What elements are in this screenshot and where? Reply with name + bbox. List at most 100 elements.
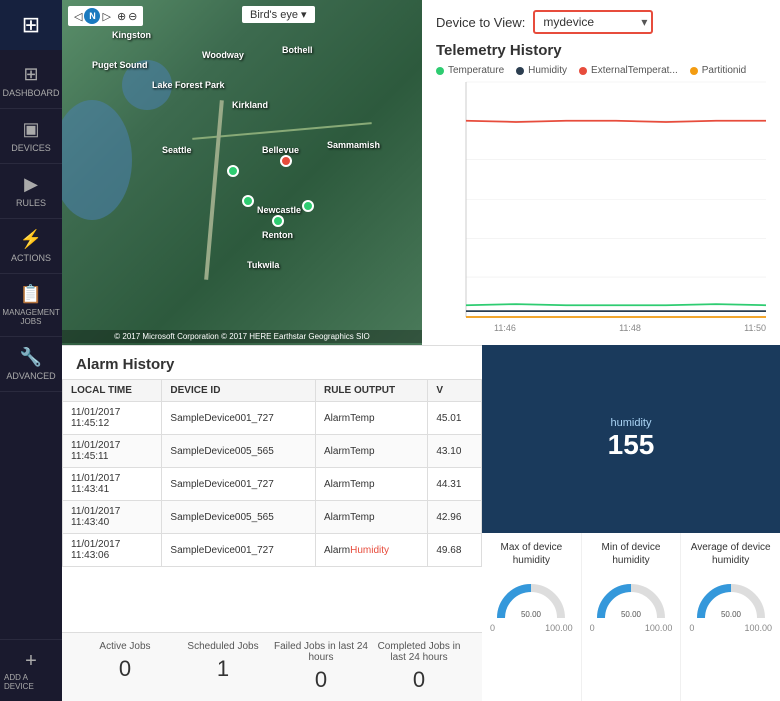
map-back-icon[interactable]: ◁ <box>74 10 82 23</box>
map-label-bellevue: Bellevue <box>262 145 299 155</box>
sidebar-item-actions[interactable]: ⚡ ACTIONS <box>0 219 62 274</box>
legend-label-external: ExternalTemperat... <box>591 65 678 76</box>
sidebar-item-label: MANAGEMENT JOBS <box>2 308 59 326</box>
map-pin-red[interactable] <box>280 155 292 167</box>
cell-device: SampleDevice005_565 <box>162 435 316 468</box>
map-label-woodway: Woodway <box>202 50 244 60</box>
sidebar-item-management[interactable]: 📋 MANAGEMENT JOBS <box>0 274 62 337</box>
map-forward-icon[interactable]: ▷ <box>102 10 110 23</box>
sidebar-item-advanced[interactable]: 🔧 ADVANCED <box>0 337 62 392</box>
telemetry-title: Telemetry History <box>436 42 766 59</box>
job-active: Active Jobs 0 <box>76 641 174 693</box>
map-label-sammamish: Sammamish <box>327 140 380 150</box>
jobs-bar: Active Jobs 0 Scheduled Jobs 1 Failed Jo… <box>62 632 482 701</box>
cell-rule: AlarmTemp <box>315 402 427 435</box>
job-scheduled: Scheduled Jobs 1 <box>174 641 272 693</box>
right-panels: humidity 155 Max of device humidity 50.0… <box>482 345 780 701</box>
main-content: ◁ N ▷ ⊕ ⊖ Bird's eye ▾ Kingston Woodway … <box>62 0 780 701</box>
cell-rule: AlarmTemp <box>315 501 427 534</box>
gauge-card-max: Max of device humidity 50.00 0 100.00 <box>482 533 581 701</box>
map-label-seattle: Seattle <box>162 145 192 155</box>
devices-icon: ▣ <box>22 119 39 140</box>
gauge-title-max: Max of device humidity <box>490 541 573 567</box>
sidebar-item-label: RULES <box>16 198 46 208</box>
legend-dot-temp <box>436 67 444 75</box>
cell-time: 11/01/201711:43:41 <box>63 468 162 501</box>
map-pin-green-4[interactable] <box>227 165 239 177</box>
col-device: DEVICE ID <box>162 380 316 402</box>
map-bg: ◁ N ▷ ⊕ ⊖ Bird's eye ▾ Kingston Woodway … <box>62 0 422 345</box>
cell-time: 11/01/201711:43:06 <box>63 534 162 567</box>
map-pin-green-2[interactable] <box>272 215 284 227</box>
device-to-view-label: Device to View: <box>436 15 525 30</box>
cell-value: 43.10 <box>428 435 482 468</box>
table-row: 11/01/201711:43:41 SampleDevice001_727 A… <box>63 468 482 501</box>
legend-dot-external <box>579 67 587 75</box>
sidebar-bottom: + ADD A DEVICE <box>0 639 62 701</box>
legend-humidity: Humidity <box>516 65 567 76</box>
alarm-table-wrapper[interactable]: LOCAL TIME DEVICE ID RULE OUTPUT V 11/01… <box>62 379 482 632</box>
table-row: 11/01/201711:43:06 SampleDevice001_727 A… <box>63 534 482 567</box>
gauge-svg-min: 50.00 <box>591 573 671 623</box>
gauge-min-label-2: 0 <box>590 623 595 633</box>
sidebar-item-devices[interactable]: ▣ DEVICES <box>0 109 62 164</box>
table-row: 11/01/201711:45:12 SampleDevice001_727 A… <box>63 402 482 435</box>
gauge-title-avg: Average of device humidity <box>689 541 772 567</box>
device-to-view: Device to View: mydevice <box>436 10 766 34</box>
gauge-svg-avg: 50.00 <box>691 573 771 623</box>
rules-icon: ▶ <box>24 174 38 195</box>
job-scheduled-value: 1 <box>174 656 272 682</box>
add-device-button[interactable]: + ADD A DEVICE <box>0 639 62 701</box>
cell-rule: AlarmTemp <box>315 435 427 468</box>
alarm-table: LOCAL TIME DEVICE ID RULE OUTPUT V 11/01… <box>62 379 482 567</box>
map-pin-green-1[interactable] <box>242 195 254 207</box>
humidity-tile-label: humidity <box>611 417 652 429</box>
cell-time: 11/01/201711:43:40 <box>63 501 162 534</box>
humidity-tile: humidity 155 <box>482 345 780 533</box>
cell-value: 45.01 <box>428 402 482 435</box>
gauge-max-label: 100.00 <box>545 623 573 633</box>
legend-temperature: Temperature <box>436 65 504 76</box>
col-time: LOCAL TIME <box>63 380 162 402</box>
cell-value: 49.68 <box>428 534 482 567</box>
legend-label-temp: Temperature <box>448 65 504 76</box>
add-device-label: ADD A DEVICE <box>4 673 58 691</box>
gauge-min-label: 0 <box>490 623 495 633</box>
chart-legend: Temperature Humidity ExternalTemperat...… <box>436 65 766 76</box>
map-road-i5 <box>204 100 224 280</box>
job-completed-label: Completed Jobs in last 24 hours <box>370 641 468 663</box>
cell-rule: AlarmTemp <box>315 468 427 501</box>
cell-time: 11/01/201711:45:12 <box>63 402 162 435</box>
table-row: 11/01/201711:45:11 SampleDevice005_565 A… <box>63 435 482 468</box>
job-completed-value: 0 <box>370 667 468 693</box>
bottom-row: Alarm History LOCAL TIME DEVICE ID RULE … <box>62 345 780 701</box>
map-zoom-out[interactable]: ⊖ <box>128 10 137 23</box>
map-zoom-in[interactable]: ⊕ <box>117 10 126 23</box>
map-label-tukwila: Tukwila <box>247 260 279 270</box>
chart-area: 11:46 11:48 11:50 <box>466 82 766 317</box>
sidebar-item-label: DEVICES <box>11 143 51 153</box>
cell-device: SampleDevice001_727 <box>162 468 316 501</box>
map-pin-green-3[interactable] <box>302 200 314 212</box>
alarm-title: Alarm History <box>62 346 482 379</box>
job-failed: Failed Jobs in last 24 hours 0 <box>272 641 370 693</box>
device-select[interactable]: mydevice <box>533 10 653 34</box>
gauge-card-avg: Average of device humidity 50.00 0 100.0… <box>681 533 780 701</box>
table-row: 11/01/201711:43:40 SampleDevice005_565 A… <box>63 501 482 534</box>
sidebar: ⊞ ⊞ DASHBOARD ▣ DEVICES ▶ RULES ⚡ ACTION… <box>0 0 62 701</box>
chart-svg <box>466 82 766 317</box>
sidebar-item-dashboard[interactable]: ⊞ DASHBOARD <box>0 54 62 109</box>
gauge-svg-max: 50.00 <box>491 573 571 623</box>
gauge-range-min: 0 100.00 <box>590 623 673 633</box>
sidebar-item-rules[interactable]: ▶ RULES <box>0 164 62 219</box>
cell-value: 44.31 <box>428 468 482 501</box>
gauge-title-min: Min of device humidity <box>590 541 673 567</box>
actions-icon: ⚡ <box>20 229 42 250</box>
legend-external: ExternalTemperat... <box>579 65 678 76</box>
gauge-min-label-3: 0 <box>689 623 694 633</box>
map-label-lakeforest: Lake Forest Park <box>152 80 225 90</box>
birds-eye-label: Bird's eye ▾ <box>250 9 307 21</box>
col-rule: RULE OUTPUT <box>315 380 427 402</box>
map-birds-eye[interactable]: Bird's eye ▾ <box>242 6 315 23</box>
map-label-kingston: Kingston <box>112 30 151 40</box>
